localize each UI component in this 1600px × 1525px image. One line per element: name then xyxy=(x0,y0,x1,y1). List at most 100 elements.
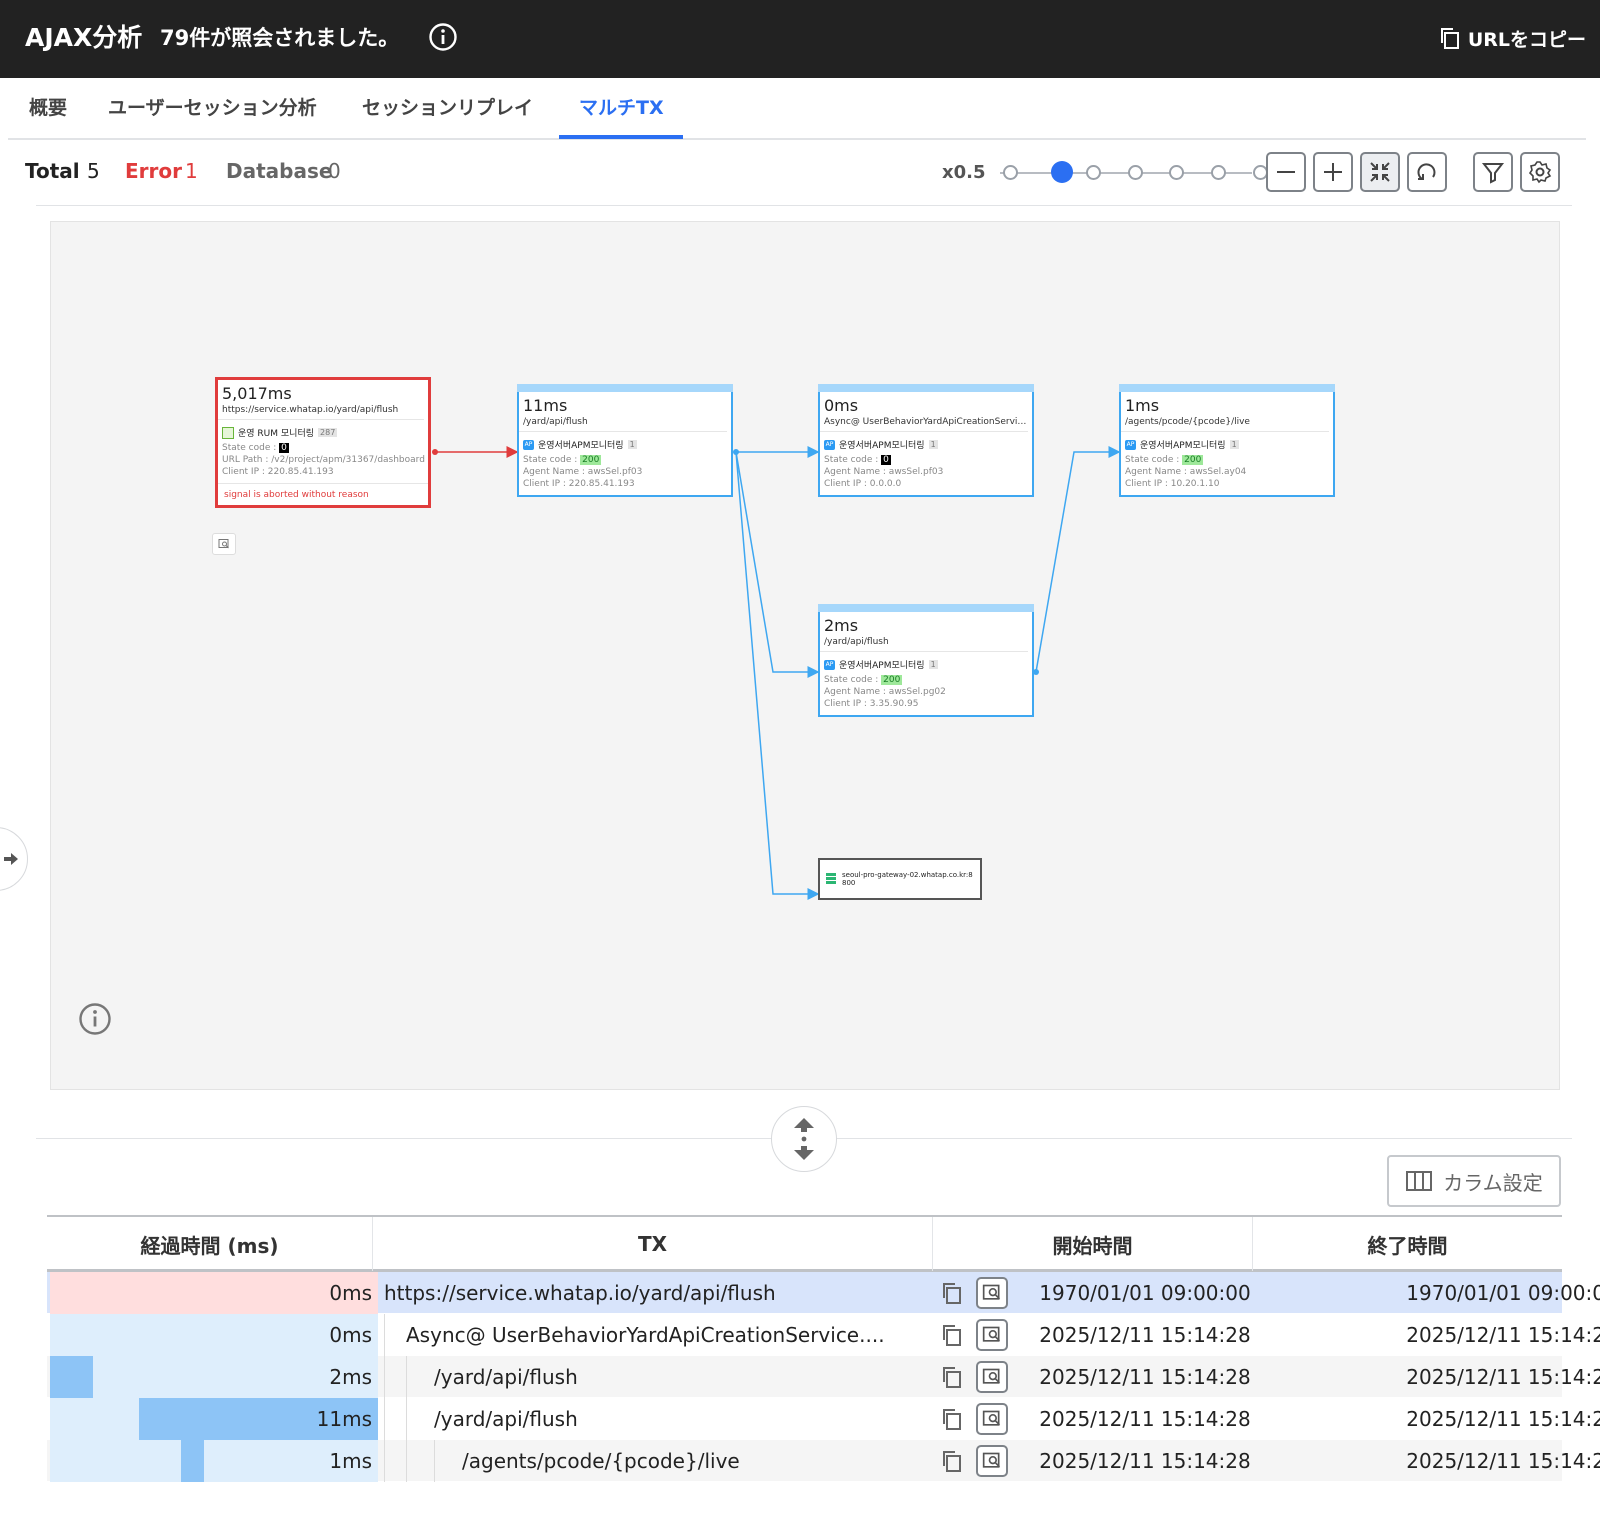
elapsed-value: 1ms xyxy=(329,1449,372,1473)
tx-node-rum[interactable]: 5,017ms https://service.whatap.io/yard/a… xyxy=(215,377,431,508)
tree-indent xyxy=(406,1356,434,1398)
col-header-start[interactable]: 開始時間 xyxy=(933,1217,1253,1271)
resize-vertical-icon xyxy=(794,1118,814,1160)
node-agent: AP 운영서버APM모니터링 1 xyxy=(1121,432,1333,453)
gear-icon xyxy=(1528,161,1552,184)
node-count: 1 xyxy=(627,440,637,449)
table-row[interactable]: 0ms Async@ UserBehaviorYardApiCreationSer… xyxy=(47,1314,1600,1356)
copy-icon[interactable] xyxy=(940,1323,964,1347)
node-header-strip xyxy=(1119,384,1335,392)
node-state: State code : 200 xyxy=(519,453,731,465)
edge-origin-dot xyxy=(432,449,438,455)
tab-multi-tx[interactable]: マルチTX xyxy=(579,93,664,120)
tab-session-replay[interactable]: セッションリプレイ xyxy=(362,93,533,120)
inspect-button[interactable] xyxy=(976,1277,1008,1309)
panel-resize-handle[interactable] xyxy=(771,1106,837,1172)
tab-overview[interactable]: 概要 xyxy=(29,93,67,120)
tx-node-yard-flush-2[interactable]: 2ms /yard/api/flush AP 운영서버APM모니터링 1 Sta… xyxy=(818,604,1034,717)
elapsed-bar xyxy=(50,1356,93,1398)
info-icon[interactable] xyxy=(428,22,458,52)
node-duration: 11ms xyxy=(523,396,568,415)
divider xyxy=(36,205,1572,206)
tx-name[interactable]: https://service.whatap.io/yard/api/flush xyxy=(384,1281,776,1305)
tx-name[interactable]: /yard/api/flush xyxy=(434,1365,578,1389)
column-settings-button[interactable]: カラム設定 xyxy=(1387,1155,1561,1207)
node-inspect-button[interactable] xyxy=(212,533,236,555)
tab-user-session-analysis[interactable]: ユーザーセッション分析 xyxy=(108,93,317,120)
fit-to-screen-button[interactable] xyxy=(1360,152,1400,192)
inspect-button[interactable] xyxy=(976,1445,1008,1477)
zoom-step-dot[interactable] xyxy=(1169,165,1185,180)
zoom-step-dot[interactable] xyxy=(1085,165,1101,180)
node-agent: AP 운영서버APM모니터링 1 xyxy=(519,432,731,453)
node-client-ip: Client IP : 220.85.41.193 xyxy=(222,467,334,477)
tx-name[interactable]: /yard/api/flush xyxy=(434,1407,578,1431)
start-time-cell: 2025/12/11 15:14:28 xyxy=(1039,1365,1251,1389)
settings-button[interactable] xyxy=(1520,152,1560,192)
tree-indent xyxy=(384,1356,406,1398)
tx-node-yard-flush[interactable]: 11ms /yard/api/flush AP 운영서버APM모니터링 1 St… xyxy=(517,384,733,497)
reset-button[interactable] xyxy=(1407,152,1447,192)
zoom-step-dot[interactable] xyxy=(1127,165,1143,180)
zoom-out-button[interactable] xyxy=(1266,152,1306,192)
inspect-button[interactable] xyxy=(976,1319,1008,1351)
copy-icon[interactable] xyxy=(940,1407,964,1431)
filter-button[interactable] xyxy=(1473,152,1513,192)
node-agent-label: 운영 RUM 모니터링 xyxy=(238,429,315,439)
elapsed-cell: 0ms xyxy=(50,1272,378,1314)
node-path: /yard/api/flush xyxy=(820,635,1028,652)
node-error-message: signal is aborted without reason xyxy=(218,483,428,505)
inspect-button[interactable] xyxy=(976,1361,1008,1393)
total-count: 5 xyxy=(87,159,100,183)
tx-node-pcode-live[interactable]: 1ms /agents/pcode/{pcode}/live AP 운영서버AP… xyxy=(1119,384,1335,497)
end-time-cell: 1970/01/01 09:00:0 xyxy=(1406,1281,1600,1305)
state-code: 0 xyxy=(279,443,289,453)
col-header-tx[interactable]: TX xyxy=(373,1217,933,1271)
copy-icon[interactable] xyxy=(940,1365,964,1389)
tx-flow-canvas[interactable]: 5,017ms https://service.whatap.io/yard/a… xyxy=(50,221,1560,1090)
tx-node-async[interactable]: 0ms Async@ UserBehaviorYardApiCreationSe… xyxy=(818,384,1034,497)
collapse-arrows-icon xyxy=(1370,162,1390,182)
copy-url-label: URLをコピー xyxy=(1467,28,1586,51)
row-actions xyxy=(940,1272,1015,1314)
error-count: 1 xyxy=(185,159,198,183)
tab-bar: 概要 ユーザーセッション分析 セッションリプレイ マルチTX xyxy=(8,78,1586,140)
zoom-level: x0.5 xyxy=(942,162,986,183)
elapsed-cell: 0ms xyxy=(50,1314,378,1356)
tree-indent xyxy=(384,1440,406,1482)
copy-icon[interactable] xyxy=(940,1449,964,1473)
inspect-button[interactable] xyxy=(976,1403,1008,1435)
start-time-cell: 1970/01/01 09:00:00 xyxy=(1039,1281,1251,1305)
info-icon[interactable] xyxy=(78,1002,112,1036)
tx-name[interactable]: /agents/pcode/{pcode}/live xyxy=(462,1449,740,1473)
tree-indent xyxy=(384,1398,406,1440)
table-header: 経過時間 (ms) TX 開始時間 終了時間 xyxy=(47,1215,1562,1272)
tx-node-gateway[interactable]: seoul-pro-gateway-02.whatap.co.kr:8 800 xyxy=(818,858,982,900)
table-row[interactable]: 1ms/agents/pcode/{pcode}/live 2025/12/11 … xyxy=(47,1440,1600,1482)
node-count: 287 xyxy=(318,428,338,437)
zoom-in-button[interactable] xyxy=(1313,152,1353,192)
node-path: https://service.whatap.io/yard/api/flush xyxy=(218,403,424,420)
tree-indent xyxy=(434,1440,462,1482)
col-header-end[interactable]: 終了時間 xyxy=(1253,1217,1562,1271)
zoom-step-dot[interactable] xyxy=(1002,165,1018,180)
tx-name[interactable]: Async@ UserBehaviorYardApiCreationServic… xyxy=(406,1323,885,1347)
table-row[interactable]: 11ms/yard/api/flush 2025/12/11 15:14:28 20… xyxy=(47,1398,1600,1440)
apm-project-icon: AP xyxy=(824,659,835,670)
edge-flush2-to-live xyxy=(1035,446,1121,673)
side-panel-toggle[interactable] xyxy=(0,827,28,891)
state-label: State code : xyxy=(824,455,879,465)
zoom-step-dot[interactable] xyxy=(1211,165,1226,180)
table-row[interactable]: 2ms/yard/api/flush 2025/12/11 15:14:28 202… xyxy=(47,1356,1600,1398)
node-agent: AP 운영서버APM모니터링 1 xyxy=(820,432,1032,453)
table-row[interactable]: 0ms https://service.whatap.io/yard/api/fl… xyxy=(47,1272,1600,1314)
zoom-slider-thumb[interactable] xyxy=(1050,161,1073,183)
total-label: Total xyxy=(25,159,80,183)
col-header-elapsed[interactable]: 経過時間 (ms) xyxy=(47,1217,373,1271)
copy-url-button[interactable]: URLをコピー xyxy=(1438,22,1586,54)
row-actions xyxy=(940,1398,1015,1440)
tx-cell: /yard/api/flush xyxy=(378,1398,940,1440)
inspect-icon xyxy=(982,1368,1001,1384)
active-tab-indicator xyxy=(559,135,683,139)
copy-icon[interactable] xyxy=(940,1281,964,1305)
